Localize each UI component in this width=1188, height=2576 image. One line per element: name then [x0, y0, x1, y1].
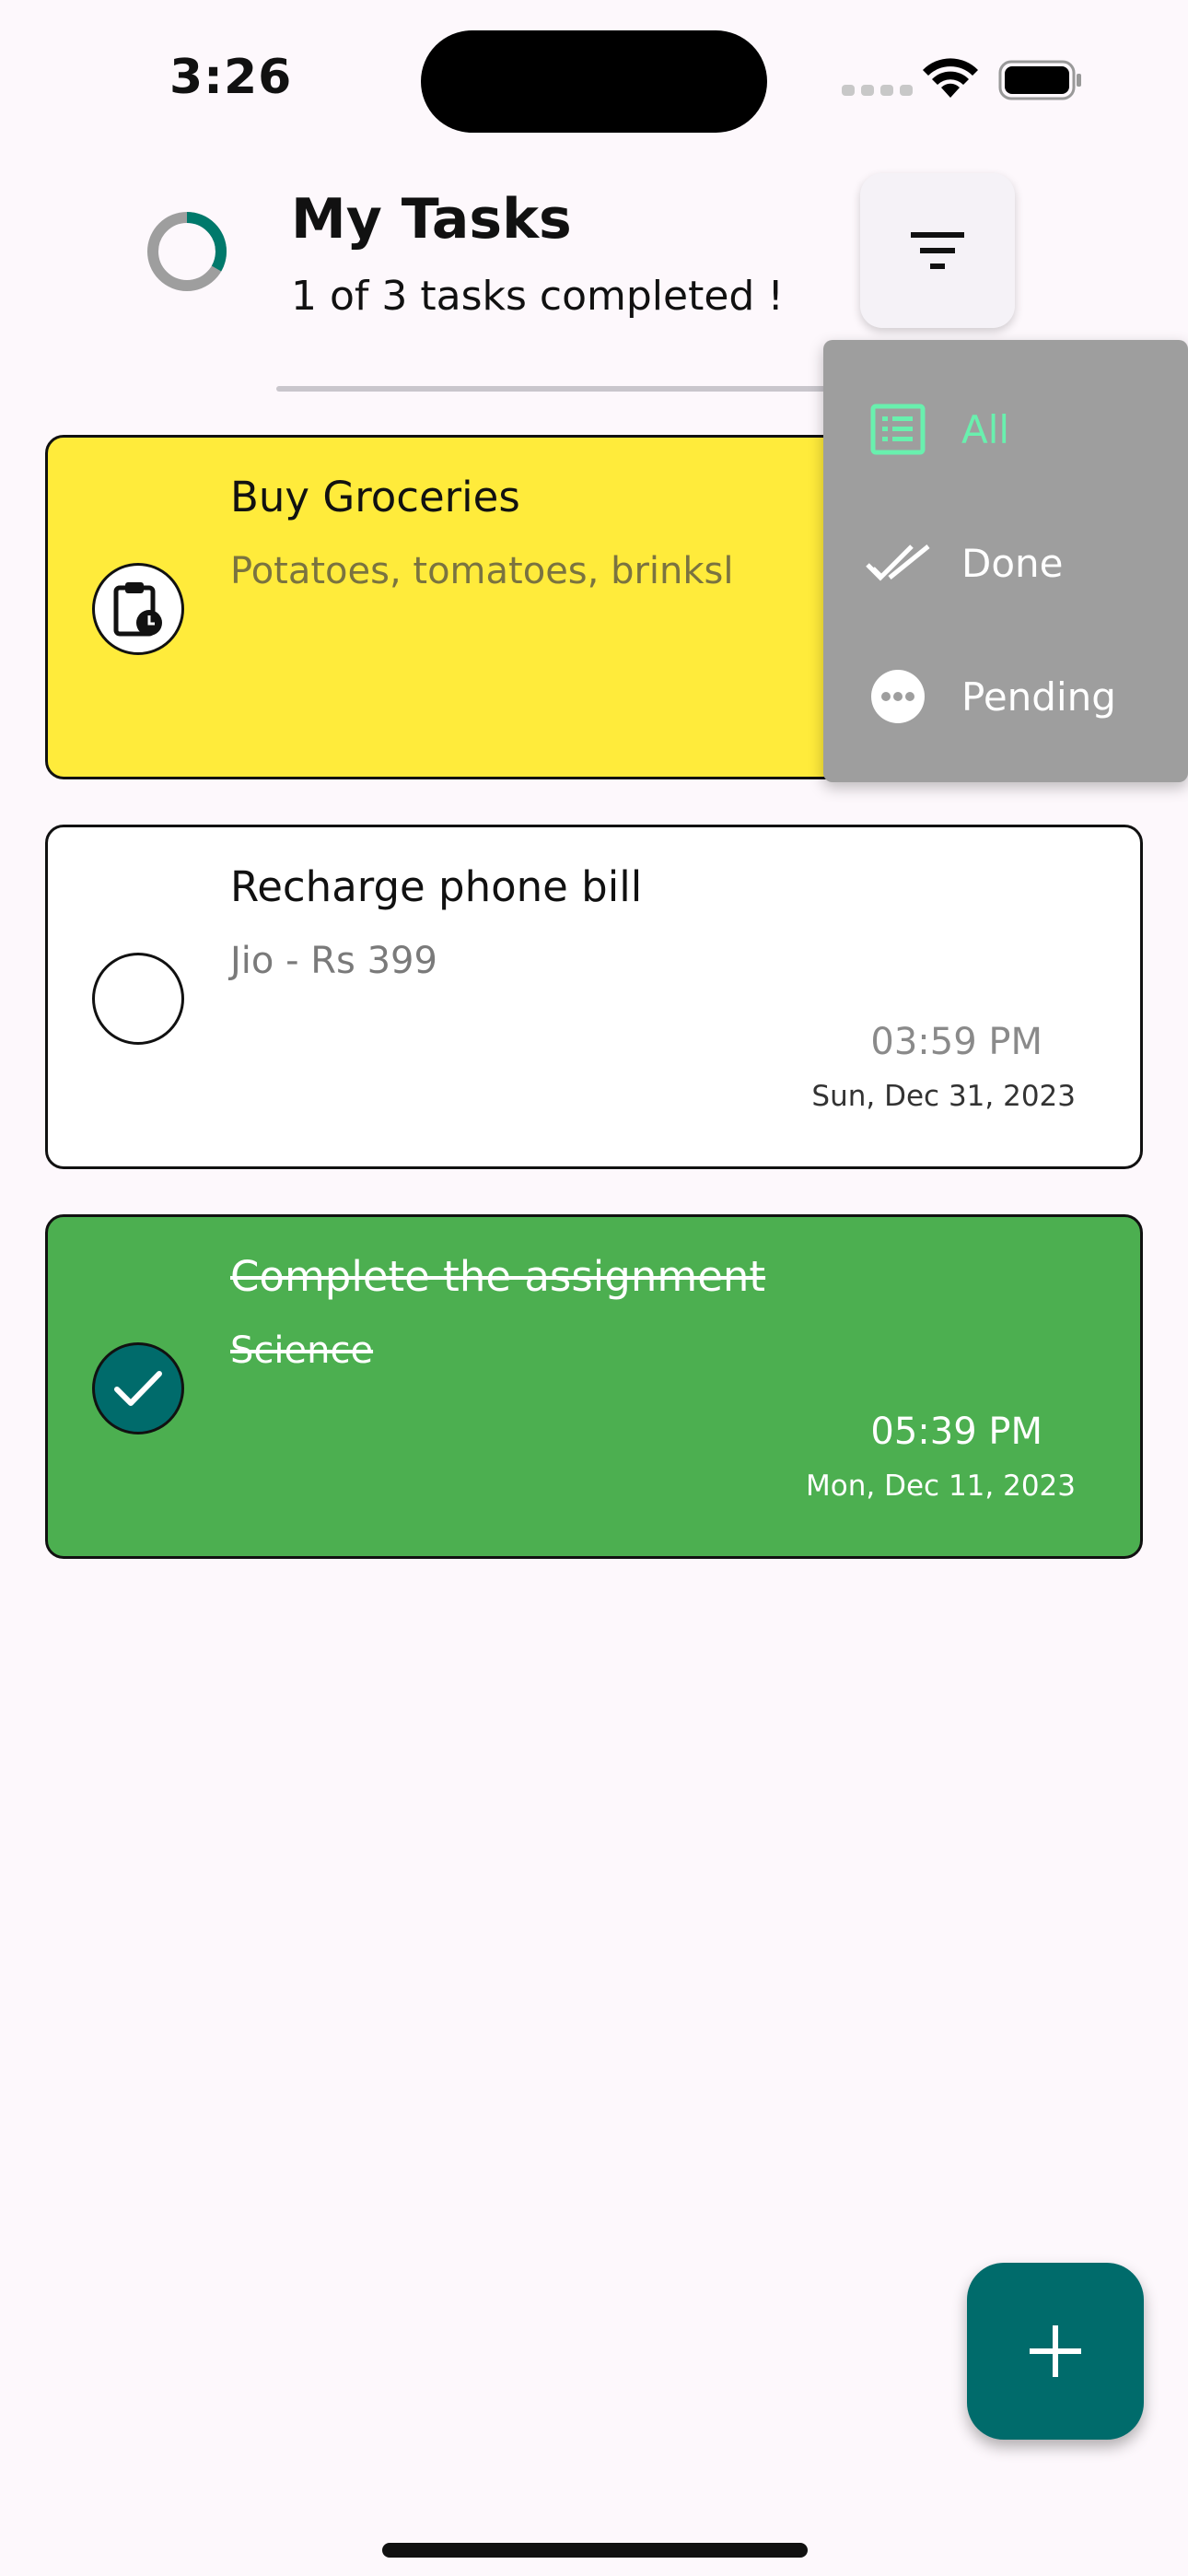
tasks-summary: 1 of 3 tasks completed ! — [291, 273, 784, 320]
filter-option-label: Pending — [961, 673, 1116, 720]
task-status-toggle[interactable] — [92, 1342, 184, 1434]
wifi-icon — [923, 58, 978, 98]
task-title: Recharge phone bill — [230, 862, 643, 911]
task-card[interactable]: Complete the assignment Science 05:39 PM… — [45, 1214, 1143, 1559]
more-horizontal-icon — [871, 670, 925, 723]
double-check-icon — [866, 544, 930, 581]
check-icon — [114, 1371, 162, 1406]
page-title: My Tasks — [291, 187, 572, 252]
task-card[interactable]: Recharge phone bill Jio - Rs 399 03:59 P… — [45, 825, 1143, 1169]
plus-icon — [1030, 2325, 1081, 2377]
filter-icon — [911, 232, 964, 269]
task-time: 05:39 PM — [870, 1411, 1042, 1453]
header-divider — [276, 386, 829, 392]
list-icon — [870, 404, 926, 455]
task-title: Complete the assignment — [230, 1252, 766, 1301]
task-date: Sun, Dec 31, 2023 — [811, 1080, 1076, 1113]
battery-icon — [998, 60, 1081, 100]
filter-option-pending[interactable]: Pending — [866, 660, 1116, 733]
filter-option-all[interactable]: All — [866, 392, 1009, 466]
filter-menu: All Done Pending — [823, 340, 1188, 782]
dynamic-island — [421, 30, 767, 133]
status-time: 3:26 — [169, 50, 293, 105]
clipboard-clock-icon — [113, 582, 162, 637]
filter-option-label: All — [961, 406, 1010, 452]
task-time: 03:59 PM — [870, 1021, 1042, 1063]
task-title: Buy Groceries — [230, 473, 520, 521]
task-description: Science — [230, 1329, 374, 1372]
task-status-toggle[interactable] — [92, 953, 184, 1045]
cellular-signal-icon — [842, 85, 913, 96]
progress-ring — [147, 212, 227, 291]
task-description: Potatoes, tomatoes, brinksl — [230, 550, 734, 592]
add-task-button[interactable] — [967, 2263, 1144, 2440]
task-date: Mon, Dec 11, 2023 — [806, 1469, 1076, 1503]
filter-option-done[interactable]: Done — [866, 526, 1064, 600]
filter-button[interactable] — [860, 173, 1015, 328]
filter-option-label: Done — [961, 540, 1064, 586]
task-status-toggle[interactable] — [92, 563, 184, 655]
home-indicator — [382, 2543, 808, 2558]
task-description: Jio - Rs 399 — [230, 940, 437, 982]
